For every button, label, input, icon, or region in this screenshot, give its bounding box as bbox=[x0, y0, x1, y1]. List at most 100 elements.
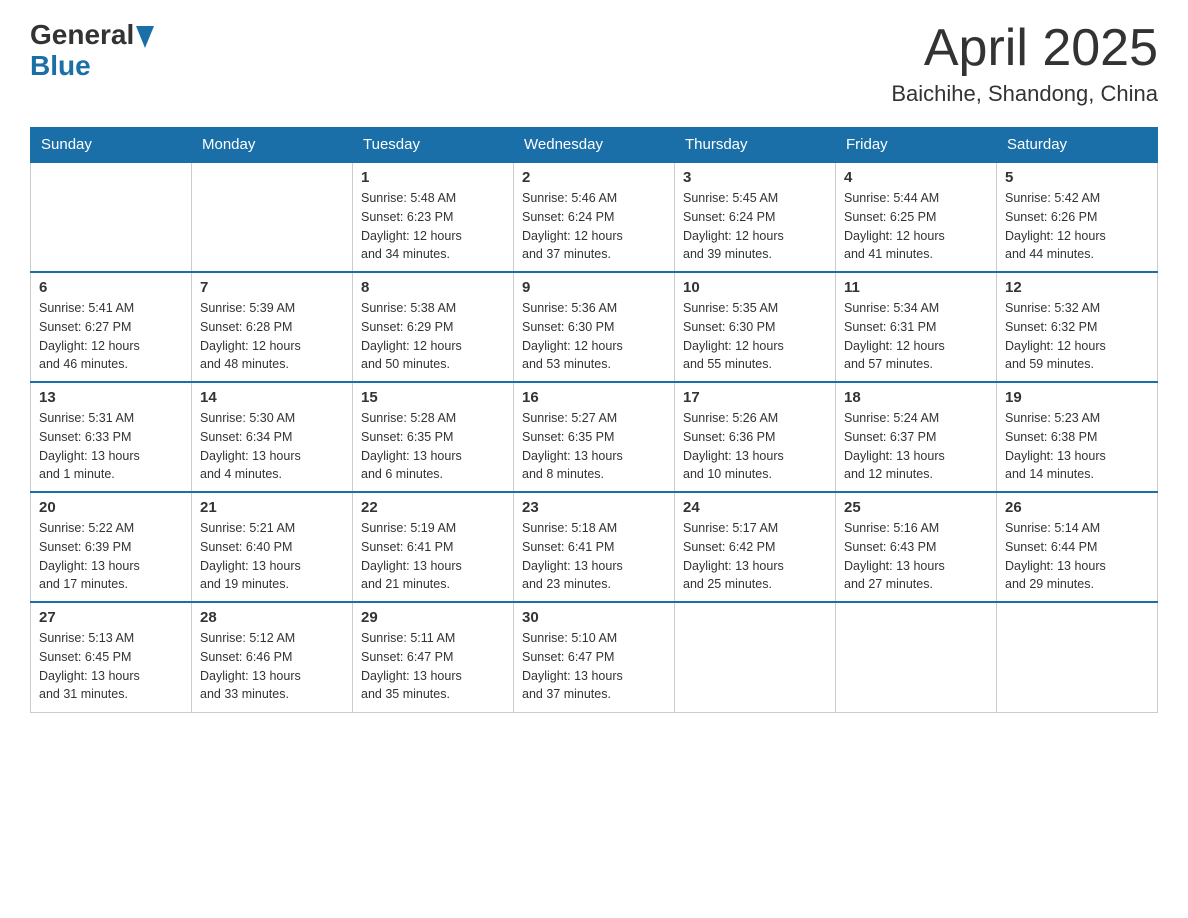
day-info: Sunrise: 5:18 AMSunset: 6:41 PMDaylight:… bbox=[522, 519, 666, 594]
calendar-cell: 1 Sunrise: 5:48 AMSunset: 6:23 PMDaylight… bbox=[353, 162, 514, 272]
calendar-cell: 27 Sunrise: 5:13 AMSunset: 6:45 PMDayligh… bbox=[31, 602, 192, 712]
day-number: 7 bbox=[200, 279, 344, 296]
day-number: 6 bbox=[39, 279, 183, 296]
logo: General Blue bbox=[30, 20, 154, 82]
calendar-cell: 20Sunrise: 5:22 AMSunset: 6:39 PMDayligh… bbox=[31, 492, 192, 602]
calendar-cell bbox=[997, 602, 1158, 712]
calendar-cell: 15 Sunrise: 5:28 AMSunset: 6:35 PMDayligh… bbox=[353, 382, 514, 492]
calendar-cell: 8 Sunrise: 5:38 AMSunset: 6:29 PMDaylight… bbox=[353, 272, 514, 382]
day-number: 26 bbox=[1005, 499, 1149, 516]
day-number: 16 bbox=[522, 389, 666, 406]
day-info: Sunrise: 5:31 AMSunset: 6:33 PMDaylight:… bbox=[39, 409, 183, 484]
day-number: 3 bbox=[683, 169, 827, 186]
day-info: Sunrise: 5:14 AMSunset: 6:44 PMDaylight:… bbox=[1005, 519, 1149, 594]
week-row-1: 1 Sunrise: 5:48 AMSunset: 6:23 PMDaylight… bbox=[31, 162, 1158, 272]
day-number: 27 bbox=[39, 609, 183, 626]
day-info: Sunrise: 5:12 AMSunset: 6:46 PMDaylight:… bbox=[200, 629, 344, 704]
day-number: 9 bbox=[522, 279, 666, 296]
day-number: 5 bbox=[1005, 169, 1149, 186]
day-number: 12 bbox=[1005, 279, 1149, 296]
day-info: Sunrise: 5:48 AMSunset: 6:23 PMDaylight:… bbox=[361, 189, 505, 264]
day-number: 22 bbox=[361, 499, 505, 516]
day-info: Sunrise: 5:30 AMSunset: 6:34 PMDaylight:… bbox=[200, 409, 344, 484]
day-info: Sunrise: 5:38 AMSunset: 6:29 PMDaylight:… bbox=[361, 299, 505, 374]
day-number: 24 bbox=[683, 499, 827, 516]
day-info: Sunrise: 5:35 AMSunset: 6:30 PMDaylight:… bbox=[683, 299, 827, 374]
weekday-header-thursday: Thursday bbox=[675, 128, 836, 163]
subtitle: Baichihe, Shandong, China bbox=[891, 81, 1158, 107]
day-info: Sunrise: 5:28 AMSunset: 6:35 PMDaylight:… bbox=[361, 409, 505, 484]
day-info: Sunrise: 5:24 AMSunset: 6:37 PMDaylight:… bbox=[844, 409, 988, 484]
day-number: 13 bbox=[39, 389, 183, 406]
day-number: 30 bbox=[522, 609, 666, 626]
day-info: Sunrise: 5:42 AMSunset: 6:26 PMDaylight:… bbox=[1005, 189, 1149, 264]
day-number: 18 bbox=[844, 389, 988, 406]
calendar-cell: 14 Sunrise: 5:30 AMSunset: 6:34 PMDayligh… bbox=[192, 382, 353, 492]
day-info: Sunrise: 5:23 AMSunset: 6:38 PMDaylight:… bbox=[1005, 409, 1149, 484]
weekday-row: SundayMondayTuesdayWednesdayThursdayFrid… bbox=[31, 128, 1158, 163]
day-info: Sunrise: 5:45 AMSunset: 6:24 PMDaylight:… bbox=[683, 189, 827, 264]
weekday-header-tuesday: Tuesday bbox=[353, 128, 514, 163]
calendar-cell: 25 Sunrise: 5:16 AMSunset: 6:43 PMDayligh… bbox=[836, 492, 997, 602]
calendar-cell: 24 Sunrise: 5:17 AMSunset: 6:42 PMDayligh… bbox=[675, 492, 836, 602]
day-number: 29 bbox=[361, 609, 505, 626]
calendar-cell: 21 Sunrise: 5:21 AMSunset: 6:40 PMDayligh… bbox=[192, 492, 353, 602]
calendar-cell: 18 Sunrise: 5:24 AMSunset: 6:37 PMDayligh… bbox=[836, 382, 997, 492]
calendar-cell: 26 Sunrise: 5:14 AMSunset: 6:44 PMDayligh… bbox=[997, 492, 1158, 602]
day-info: Sunrise: 5:32 AMSunset: 6:32 PMDaylight:… bbox=[1005, 299, 1149, 374]
day-info: Sunrise: 5:19 AMSunset: 6:41 PMDaylight:… bbox=[361, 519, 505, 594]
calendar-cell: 3 Sunrise: 5:45 AMSunset: 6:24 PMDaylight… bbox=[675, 162, 836, 272]
calendar-cell bbox=[31, 162, 192, 272]
day-number: 11 bbox=[844, 279, 988, 296]
day-number: 4 bbox=[844, 169, 988, 186]
logo-blue-text: Blue bbox=[30, 50, 91, 81]
day-number: 14 bbox=[200, 389, 344, 406]
weekday-header-friday: Friday bbox=[836, 128, 997, 163]
day-number: 25 bbox=[844, 499, 988, 516]
calendar-cell: 13 Sunrise: 5:31 AMSunset: 6:33 PMDayligh… bbox=[31, 382, 192, 492]
day-number: 28 bbox=[200, 609, 344, 626]
calendar-cell bbox=[675, 602, 836, 712]
day-info: Sunrise: 5:44 AMSunset: 6:25 PMDaylight:… bbox=[844, 189, 988, 264]
day-info: Sunrise: 5:21 AMSunset: 6:40 PMDaylight:… bbox=[200, 519, 344, 594]
calendar-cell: 23Sunrise: 5:18 AMSunset: 6:41 PMDayligh… bbox=[514, 492, 675, 602]
day-number: 15 bbox=[361, 389, 505, 406]
weekday-header-monday: Monday bbox=[192, 128, 353, 163]
calendar-cell: 29 Sunrise: 5:11 AMSunset: 6:47 PMDayligh… bbox=[353, 602, 514, 712]
day-info: Sunrise: 5:36 AMSunset: 6:30 PMDaylight:… bbox=[522, 299, 666, 374]
week-row-2: 6Sunrise: 5:41 AMSunset: 6:27 PMDaylight… bbox=[31, 272, 1158, 382]
calendar-header: SundayMondayTuesdayWednesdayThursdayFrid… bbox=[31, 128, 1158, 163]
calendar-cell: 11Sunrise: 5:34 AMSunset: 6:31 PMDayligh… bbox=[836, 272, 997, 382]
day-info: Sunrise: 5:17 AMSunset: 6:42 PMDaylight:… bbox=[683, 519, 827, 594]
weekday-header-wednesday: Wednesday bbox=[514, 128, 675, 163]
calendar-cell: 2Sunrise: 5:46 AMSunset: 6:24 PMDaylight… bbox=[514, 162, 675, 272]
title-block: April 2025 Baichihe, Shandong, China bbox=[891, 20, 1158, 107]
calendar-cell: 7 Sunrise: 5:39 AMSunset: 6:28 PMDaylight… bbox=[192, 272, 353, 382]
day-number: 17 bbox=[683, 389, 827, 406]
calendar-cell: 16Sunrise: 5:27 AMSunset: 6:35 PMDayligh… bbox=[514, 382, 675, 492]
day-number: 19 bbox=[1005, 389, 1149, 406]
calendar-cell: 9 Sunrise: 5:36 AMSunset: 6:30 PMDaylight… bbox=[514, 272, 675, 382]
week-row-3: 13 Sunrise: 5:31 AMSunset: 6:33 PMDayligh… bbox=[31, 382, 1158, 492]
day-number: 21 bbox=[200, 499, 344, 516]
day-info: Sunrise: 5:16 AMSunset: 6:43 PMDaylight:… bbox=[844, 519, 988, 594]
weekday-header-sunday: Sunday bbox=[31, 128, 192, 163]
calendar-cell: 5 Sunrise: 5:42 AMSunset: 6:26 PMDaylight… bbox=[997, 162, 1158, 272]
calendar-cell bbox=[836, 602, 997, 712]
day-info: Sunrise: 5:22 AMSunset: 6:39 PMDaylight:… bbox=[39, 519, 183, 594]
weekday-header-saturday: Saturday bbox=[997, 128, 1158, 163]
week-row-5: 27 Sunrise: 5:13 AMSunset: 6:45 PMDayligh… bbox=[31, 602, 1158, 712]
day-number: 8 bbox=[361, 279, 505, 296]
day-number: 1 bbox=[361, 169, 505, 186]
calendar-cell: 22 Sunrise: 5:19 AMSunset: 6:41 PMDayligh… bbox=[353, 492, 514, 602]
main-title: April 2025 bbox=[891, 20, 1158, 77]
calendar-cell: 28 Sunrise: 5:12 AMSunset: 6:46 PMDayligh… bbox=[192, 602, 353, 712]
day-info: Sunrise: 5:26 AMSunset: 6:36 PMDaylight:… bbox=[683, 409, 827, 484]
day-info: Sunrise: 5:11 AMSunset: 6:47 PMDaylight:… bbox=[361, 629, 505, 704]
page-header: General Blue April 2025 Baichihe, Shando… bbox=[30, 20, 1158, 107]
day-info: Sunrise: 5:39 AMSunset: 6:28 PMDaylight:… bbox=[200, 299, 344, 374]
calendar-cell: 17 Sunrise: 5:26 AMSunset: 6:36 PMDayligh… bbox=[675, 382, 836, 492]
calendar-cell: 19 Sunrise: 5:23 AMSunset: 6:38 PMDayligh… bbox=[997, 382, 1158, 492]
calendar-cell: 6Sunrise: 5:41 AMSunset: 6:27 PMDaylight… bbox=[31, 272, 192, 382]
day-info: Sunrise: 5:13 AMSunset: 6:45 PMDaylight:… bbox=[39, 629, 183, 704]
